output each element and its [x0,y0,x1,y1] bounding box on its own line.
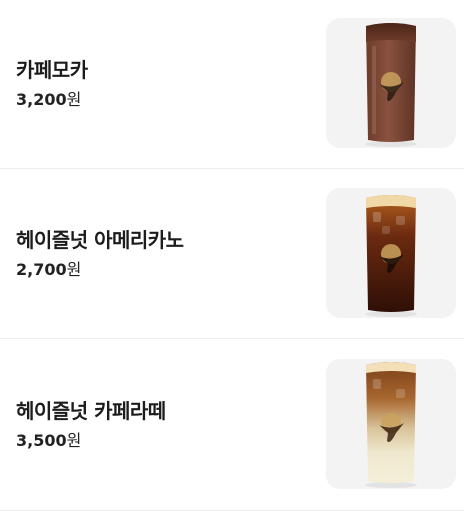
menu-item-image-hazelnut-americano[interactable] [326,188,456,318]
menu-item-text: 헤이즐넛 카페라떼 3,500원 [16,398,166,452]
menu-list: 카페모카 3,200원 헤이즐넛 아메리카노 2,700원 헤이즐넛 카페라떼 … [0,0,464,511]
price-value: 3,500 [16,430,67,450]
price-value: 3,200 [16,90,67,109]
menu-item-price: 3,200원 [16,89,88,111]
currency-unit: 원 [66,259,82,279]
menu-item-hazelnut-americano[interactable]: 헤이즐넛 아메리카노 2,700원 [0,169,464,339]
menu-item-text: 헤이즐넛 아메리카노 2,700원 [16,227,184,281]
currency-unit: 원 [66,430,82,450]
menu-item-hazelnut-latte[interactable]: 헤이즐넛 카페라떼 3,500원 [0,339,464,511]
menu-item-price: 3,500원 [16,430,166,452]
currency-unit: 원 [66,90,82,109]
menu-item-name: 헤이즐넛 아메리카노 [16,227,184,252]
iced-cafe-mocha-cup-icon [365,23,417,147]
iced-hazelnut-americano-cup-icon [365,195,417,317]
menu-item-text: 카페모카 3,200원 [16,57,88,111]
menu-item-name: 카페모카 [16,58,88,82]
iced-hazelnut-latte-cup-icon [365,362,417,488]
price-value: 2,700 [16,259,67,279]
menu-item-cafe-mocha[interactable]: 카페모카 3,200원 [0,0,464,169]
menu-item-price: 2,700원 [16,259,184,281]
menu-item-image-cafe-mocha[interactable] [326,18,456,148]
menu-item-image-hazelnut-latte[interactable] [326,359,456,489]
menu-item-name: 헤이즐넛 카페라떼 [16,398,166,423]
